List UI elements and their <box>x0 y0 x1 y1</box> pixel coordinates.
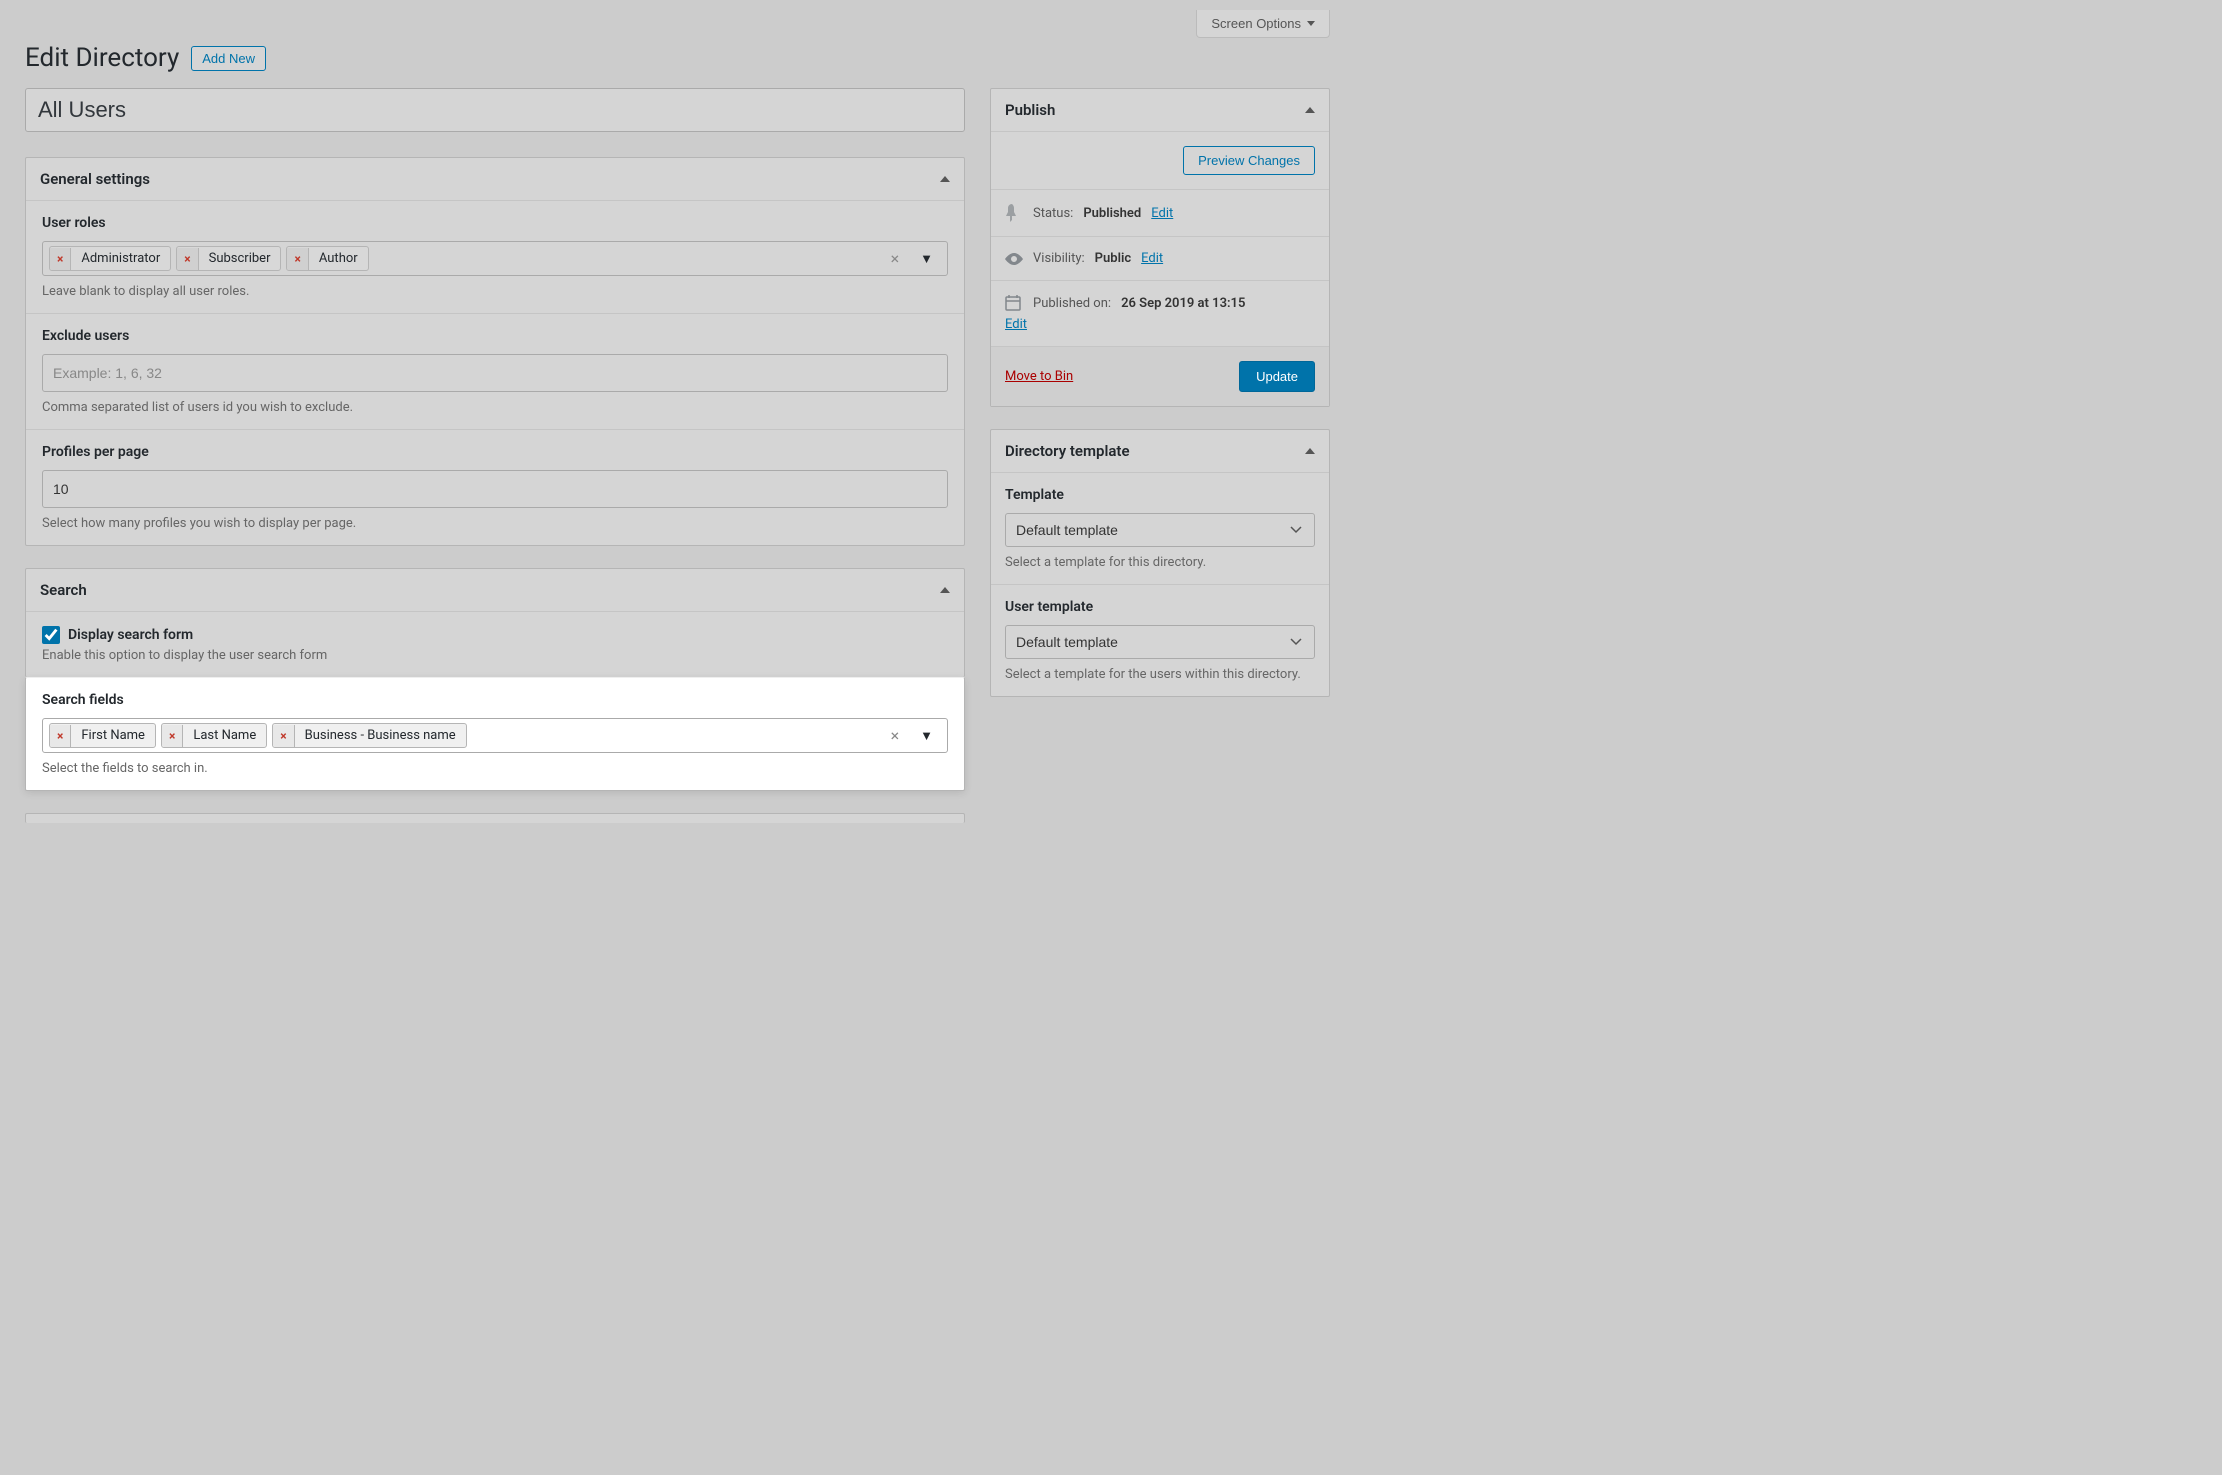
tag-remove-first-name[interactable]: × <box>50 725 71 747</box>
publish-panel: Publish Preview Changes Status: Publishe… <box>990 88 1330 407</box>
exclude-users-help: Comma separated list of users id you wis… <box>42 400 948 415</box>
exclude-users-label: Exclude users <box>42 328 948 344</box>
collapse-icon <box>940 176 950 182</box>
tag-business-name: × Business - Business name <box>272 723 466 748</box>
publish-title: Publish <box>1005 101 1055 119</box>
general-settings-title: General settings <box>40 170 150 188</box>
next-panel-stub <box>25 813 965 823</box>
edit-visibility-link[interactable]: Edit <box>1141 251 1163 266</box>
display-search-form-label: Display search form <box>68 627 193 643</box>
profiles-per-page-label: Profiles per page <box>42 444 948 460</box>
collapse-icon <box>940 587 950 593</box>
eye-icon <box>1005 253 1023 265</box>
add-new-button[interactable]: Add New <box>191 46 266 71</box>
template-select[interactable]: Default template <box>1006 514 1314 546</box>
status-value: Published <box>1083 206 1141 221</box>
dropdown-arrow-icon[interactable]: ▼ <box>912 251 941 267</box>
visibility-label: Visibility: <box>1033 251 1085 266</box>
search-panel: Search Display search form Enable this o… <box>25 568 965 677</box>
search-fields-section: Search fields × First Name × Last Name <box>25 677 965 791</box>
edit-status-link[interactable]: Edit <box>1151 206 1173 221</box>
tag-remove-author[interactable]: × <box>287 248 308 270</box>
calendar-icon <box>1005 295 1023 311</box>
collapse-icon <box>1305 448 1315 454</box>
template-help: Select a template for this directory. <box>1005 555 1315 570</box>
tag-author: × Author <box>286 246 368 271</box>
user-template-select[interactable]: Default template <box>1006 626 1314 658</box>
clear-all-icon[interactable]: × <box>883 726 908 745</box>
published-on-label: Published on: <box>1033 296 1111 311</box>
display-search-form-help: Enable this option to display the user s… <box>42 648 948 663</box>
general-settings-panel: General settings User roles × Administra… <box>25 157 965 546</box>
profiles-per-page-help: Select how many profiles you wish to dis… <box>42 516 948 531</box>
profiles-per-page-input[interactable] <box>42 470 948 508</box>
visibility-value: Public <box>1095 251 1131 266</box>
search-fields-help: Select the fields to search in. <box>42 761 948 776</box>
move-to-bin-link[interactable]: Move to Bin <box>1005 369 1073 384</box>
tag-last-name: × Last Name <box>161 723 267 748</box>
tag-administrator: × Administrator <box>49 246 171 271</box>
user-template-help: Select a template for the users within t… <box>1005 667 1315 682</box>
published-on-value: 26 Sep 2019 at 13:15 <box>1121 296 1245 311</box>
tag-remove-business-name[interactable]: × <box>273 725 294 747</box>
user-template-label: User template <box>1005 599 1315 615</box>
caret-down-icon <box>1307 21 1315 26</box>
exclude-users-input[interactable] <box>42 354 948 392</box>
template-label: Template <box>1005 487 1315 503</box>
tag-remove-administrator[interactable]: × <box>50 248 71 270</box>
search-title: Search <box>40 581 87 599</box>
search-fields-multiselect[interactable]: × First Name × Last Name × Business - Bu… <box>42 718 948 753</box>
tag-remove-subscriber[interactable]: × <box>177 248 198 270</box>
dropdown-arrow-icon[interactable]: ▼ <box>912 728 941 744</box>
display-search-form-checkbox[interactable] <box>42 626 60 644</box>
screen-options-button[interactable]: Screen Options <box>1196 10 1330 38</box>
screen-options-label: Screen Options <box>1211 16 1301 31</box>
user-roles-help: Leave blank to display all user roles. <box>42 284 948 299</box>
tag-first-name: × First Name <box>49 723 156 748</box>
edit-published-link[interactable]: Edit <box>1005 317 1027 332</box>
pin-icon <box>1005 204 1023 222</box>
collapse-icon <box>1305 107 1315 113</box>
user-roles-label: User roles <box>42 215 948 231</box>
preview-changes-button[interactable]: Preview Changes <box>1183 146 1315 175</box>
directory-template-header[interactable]: Directory template <box>991 430 1329 473</box>
publish-header[interactable]: Publish <box>991 89 1329 132</box>
search-fields-label: Search fields <box>42 692 948 708</box>
search-header[interactable]: Search <box>26 569 964 612</box>
user-roles-multiselect[interactable]: × Administrator × Subscriber × Author <box>42 241 948 276</box>
tag-remove-last-name[interactable]: × <box>162 725 183 747</box>
directory-template-panel: Directory template Template Default temp… <box>990 429 1330 697</box>
clear-all-icon[interactable]: × <box>883 249 908 268</box>
tag-subscriber: × Subscriber <box>176 246 281 271</box>
document-title-input[interactable] <box>25 88 965 132</box>
status-label: Status: <box>1033 206 1073 221</box>
directory-template-title: Directory template <box>1005 442 1130 460</box>
page-title: Edit Directory <box>25 43 179 73</box>
update-button[interactable]: Update <box>1239 361 1315 392</box>
general-settings-header[interactable]: General settings <box>26 158 964 201</box>
